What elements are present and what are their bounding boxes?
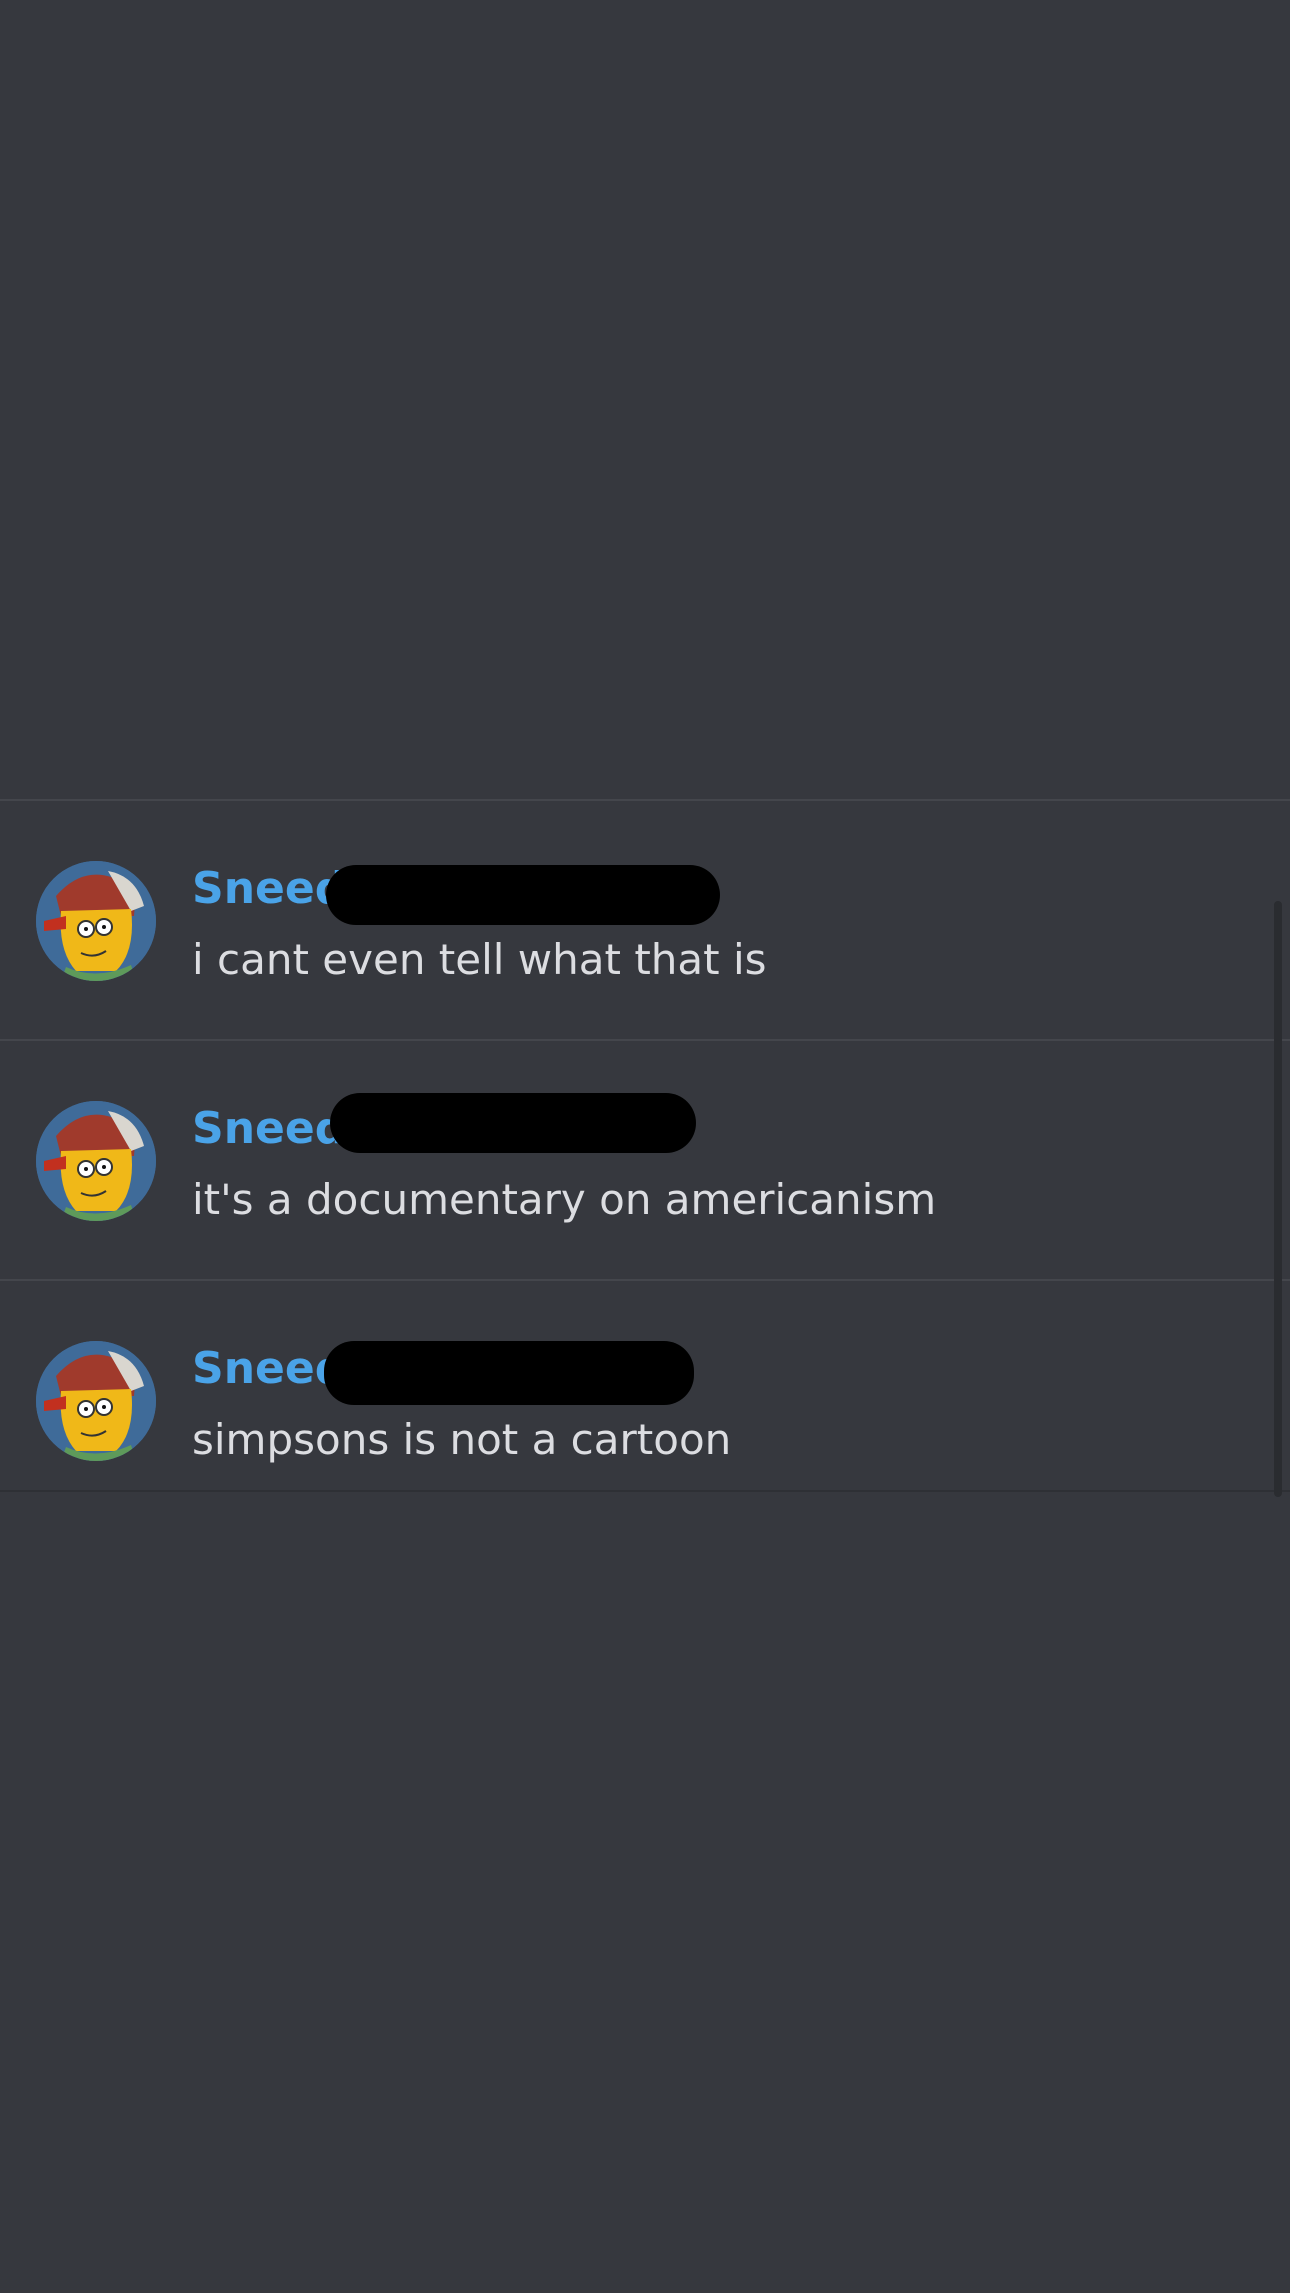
message-list: Sneed i cant even tell what that is Snee…: [0, 799, 1290, 1492]
scrollbar[interactable]: [1274, 901, 1282, 1497]
message-author[interactable]: Sneed: [192, 1099, 346, 1159]
redaction-mark: [324, 1341, 694, 1405]
message-author[interactable]: Sneed: [192, 859, 346, 919]
message-item[interactable]: Sneed i cant even tell what that is: [0, 799, 1290, 1039]
user-avatar[interactable]: [36, 861, 156, 981]
avatar-character-icon: [36, 1341, 156, 1461]
message-item[interactable]: Sneed simpsons is not a cartoon: [0, 1279, 1290, 1492]
message-item[interactable]: Sneed it's a documentary on americanism: [0, 1039, 1290, 1279]
message-text: i cant even tell what that is: [192, 935, 767, 984]
redaction-mark: [326, 865, 720, 925]
user-avatar[interactable]: [36, 1101, 156, 1221]
redaction-mark: [330, 1093, 696, 1153]
message-text: it's a documentary on americanism: [192, 1175, 937, 1224]
message-text: simpsons is not a cartoon: [192, 1415, 732, 1464]
avatar-character-icon: [36, 1101, 156, 1221]
chat-screen: Sneed i cant even tell what that is Snee…: [0, 0, 1290, 2293]
user-avatar[interactable]: [36, 1341, 156, 1461]
avatar-character-icon: [36, 861, 156, 981]
